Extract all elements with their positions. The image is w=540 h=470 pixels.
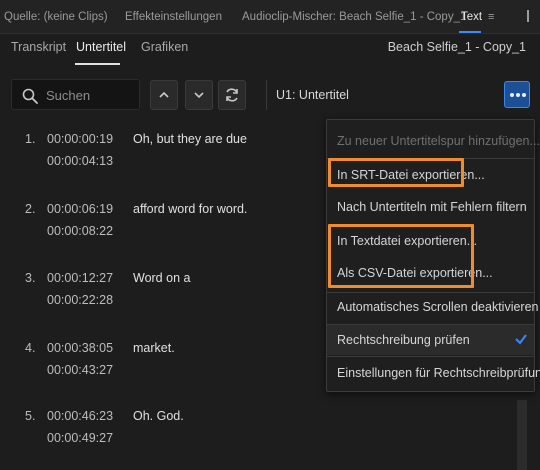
search-input[interactable] <box>46 84 136 106</box>
active-subtab-indicator <box>75 63 120 65</box>
tab-text[interactable]: Text <box>461 11 482 23</box>
menu-item-label: Rechtschreibung prüfen <box>337 333 470 347</box>
caption-text[interactable]: afford word for word. <box>133 202 247 216</box>
caption-number: 4. <box>25 341 36 355</box>
caption-end-time[interactable]: 00:00:04:13 <box>47 154 113 168</box>
next-result-button[interactable] <box>185 80 213 110</box>
caption-end-time[interactable]: 00:00:08:22 <box>47 224 113 238</box>
sequence-name: Beach Selfie_1 - Copy_1 <box>387 40 526 54</box>
tab-source[interactable]: Quelle: (keine Clips) <box>4 11 108 23</box>
active-tab-indicator <box>459 31 481 33</box>
menu-separator <box>327 356 534 357</box>
caption-number: 1. <box>25 132 36 146</box>
panel-menu-icon[interactable]: ≡ <box>488 11 494 23</box>
menu-item-label: Nach Untertiteln mit Fehlern filtern <box>337 200 527 214</box>
caption-number: 5. <box>25 409 36 423</box>
menu-item-label: Einstellungen für Rechtschreibprüfung... <box>337 366 540 380</box>
caption-text[interactable]: Oh, but they are due <box>133 132 247 146</box>
caption-end-time[interactable]: 00:00:49:27 <box>47 431 113 445</box>
search-icon <box>22 88 38 104</box>
caption-track-label: U1: Untertitel <box>276 88 349 102</box>
scrollbar-thumb[interactable] <box>517 400 527 470</box>
caption-start-time[interactable]: 00:00:38:05 <box>47 341 113 355</box>
caption-start-time[interactable]: 00:00:12:27 <box>47 271 113 285</box>
tab-captions[interactable]: Untertitel <box>76 40 126 54</box>
chevron-up-icon <box>159 91 169 98</box>
checkmark-icon <box>515 334 527 345</box>
caption-text[interactable]: Oh. God. <box>133 409 184 423</box>
tab-transcript[interactable]: Transkript <box>11 40 66 54</box>
more-dot-icon <box>516 93 520 97</box>
chevron-down-icon <box>194 92 204 99</box>
tab-effect-controls[interactable]: Effekteinstellungen <box>125 11 222 23</box>
menu-item-label: Automatisches Scrollen deaktivieren <box>337 300 539 314</box>
more-options-button[interactable] <box>504 81 530 108</box>
caption-start-time[interactable]: 00:00:00:19 <box>47 132 113 146</box>
toolbar-divider <box>266 80 267 110</box>
caption-number: 2. <box>25 202 36 216</box>
replace-button[interactable] <box>218 80 246 110</box>
caption-end-time[interactable]: 00:00:22:28 <box>47 293 113 307</box>
menu-item-label: Zu neuer Untertitelspur hinzufügen... <box>337 134 540 148</box>
caption-text[interactable]: Word on a <box>133 271 190 285</box>
caption-end-time[interactable]: 00:00:43:27 <box>47 363 113 377</box>
caption-row[interactable]: 2. 00:00:06:19 00:00:08:22 afford word f… <box>0 202 330 262</box>
caption-number: 3. <box>25 271 36 285</box>
refresh-icon <box>226 88 238 102</box>
caption-start-time[interactable]: 00:00:46:23 <box>47 409 113 423</box>
menu-item-filter-errors[interactable]: Nach Untertiteln mit Fehlern filtern <box>327 192 534 222</box>
previous-result-button[interactable] <box>150 80 178 110</box>
caption-row[interactable]: 4. 00:00:38:05 00:00:43:27 market. <box>0 341 330 401</box>
more-dot-icon <box>510 93 514 97</box>
menu-item-add-to-new-track: Zu neuer Untertitelspur hinzufügen... <box>327 126 540 156</box>
more-dot-icon <box>522 93 526 97</box>
panel-tab-bar: Quelle: (keine Clips) Effekteinstellunge… <box>0 0 540 34</box>
tab-graphics[interactable]: Grafiken <box>141 40 188 54</box>
menu-item-disable-autoscroll[interactable]: Automatisches Scrollen deaktivieren <box>327 292 539 322</box>
tab-audio-clip-mixer[interactable]: Audioclip-Mischer: Beach Selfie_1 - Copy… <box>242 11 466 23</box>
caption-row[interactable]: 3. 00:00:12:27 00:00:22:28 Word on a <box>0 271 330 331</box>
caption-text[interactable]: market. <box>133 341 175 355</box>
search-box[interactable] <box>11 79 140 110</box>
caption-start-time[interactable]: 00:00:06:19 <box>47 202 113 216</box>
panel-overflow-icon[interactable] <box>527 10 535 22</box>
highlight-box-text-csv <box>328 224 474 288</box>
highlight-box-srt <box>328 158 464 187</box>
menu-item-spellcheck-settings[interactable]: Einstellungen für Rechtschreibprüfung... <box>327 358 540 388</box>
caption-row[interactable]: 1. 00:00:00:19 00:00:04:13 Oh, but they … <box>0 132 330 192</box>
caption-row[interactable]: 5. 00:00:46:23 00:00:49:27 Oh. God. <box>0 409 330 469</box>
menu-item-spell-check[interactable]: Rechtschreibung prüfen <box>327 325 534 355</box>
text-panel-subtabs: Transkript Untertitel Grafiken Beach Sel… <box>0 34 540 65</box>
